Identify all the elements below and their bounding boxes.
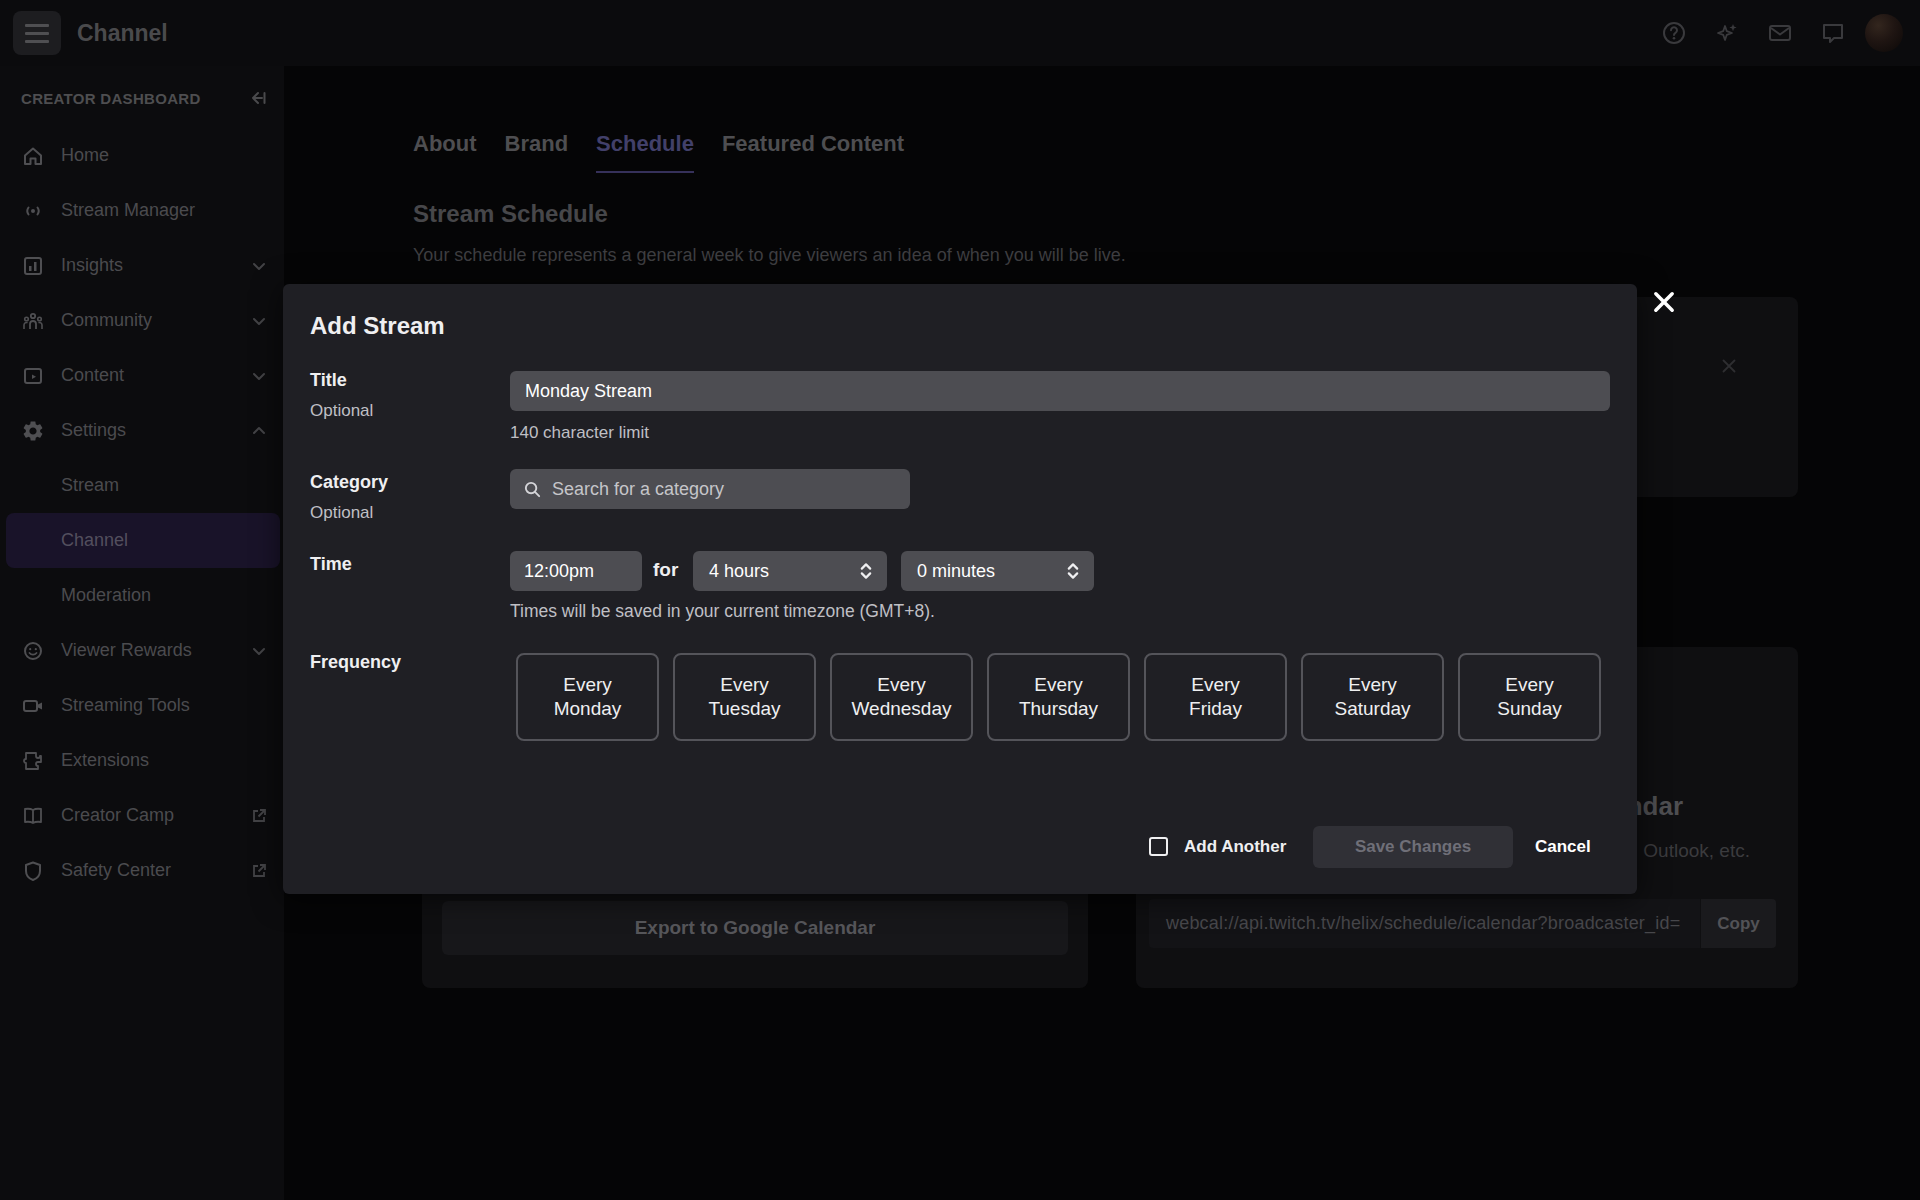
category-placeholder: Search for a category [552, 479, 724, 500]
updown-icon [859, 561, 873, 581]
frequency-every-sunday[interactable]: Every Sunday [1458, 653, 1601, 741]
search-icon [523, 480, 542, 499]
category-optional-label: Optional [310, 503, 373, 523]
modal-close-icon[interactable] [1650, 288, 1678, 316]
title-label: Title [310, 370, 347, 391]
category-label: Category [310, 472, 388, 493]
character-limit-hint: 140 character limit [510, 421, 649, 445]
timezone-note: Times will be saved in your current time… [510, 599, 935, 623]
frequency-every-thursday[interactable]: Every Thursday [987, 653, 1130, 741]
add-stream-modal: Add Stream Title Optional Monday Stream … [283, 284, 1637, 894]
updown-icon [1066, 561, 1080, 581]
for-label: for [653, 556, 678, 584]
frequency-every-tuesday[interactable]: Every Tuesday [673, 653, 816, 741]
modal-title: Add Stream [310, 312, 445, 340]
add-another-checkbox[interactable] [1149, 837, 1168, 856]
category-search-input[interactable]: Search for a category [510, 469, 910, 509]
frequency-every-friday[interactable]: Every Friday [1144, 653, 1287, 741]
frequency-every-monday[interactable]: Every Monday [516, 653, 659, 741]
cancel-button[interactable]: Cancel [1535, 835, 1591, 859]
title-input[interactable]: Monday Stream [510, 371, 1610, 411]
add-another-label: Add Another [1184, 835, 1286, 859]
frequency-every-saturday[interactable]: Every Saturday [1301, 653, 1444, 741]
frequency-label: Frequency [310, 652, 401, 673]
title-optional-label: Optional [310, 401, 373, 421]
time-label: Time [310, 554, 352, 575]
frequency-every-wednesday[interactable]: Every Wednesday [830, 653, 973, 741]
save-changes-button[interactable]: Save Changes [1313, 826, 1513, 868]
start-time-input[interactable]: 12:00pm [510, 551, 642, 591]
duration-minutes-select[interactable]: 0 minutes [901, 551, 1094, 591]
duration-hours-select[interactable]: 4 hours [693, 551, 887, 591]
